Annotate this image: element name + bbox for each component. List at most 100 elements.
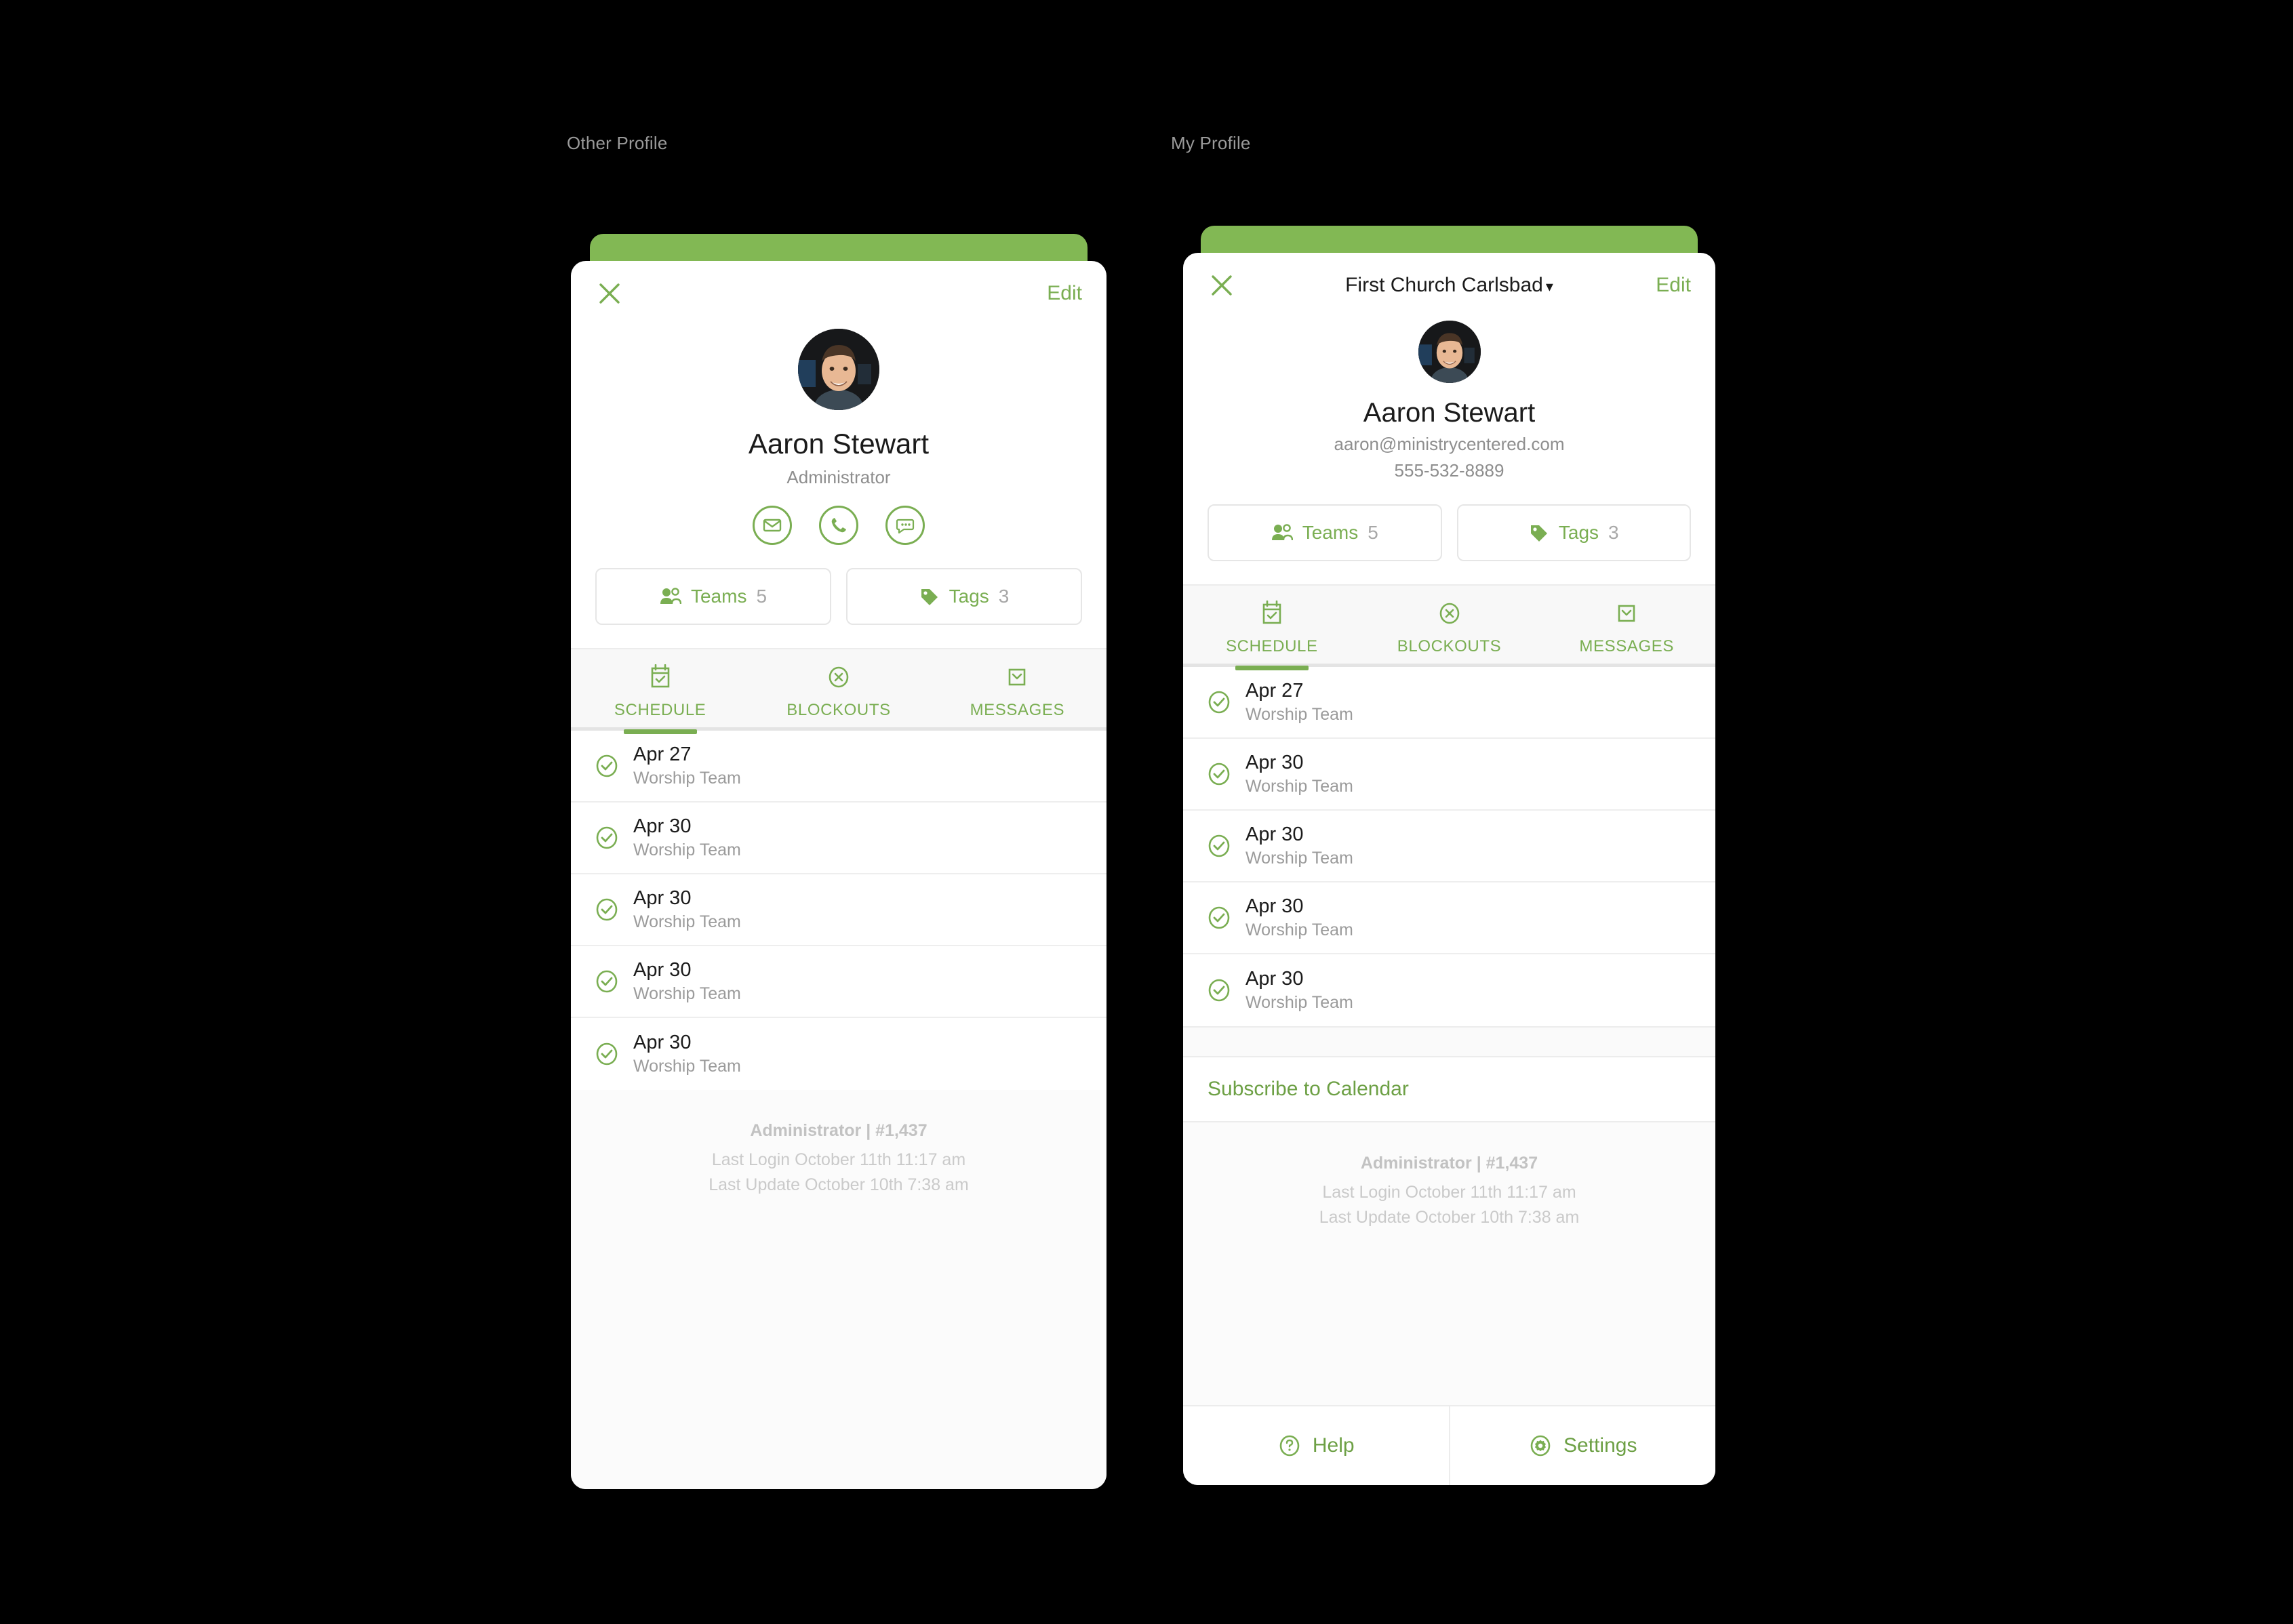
tags-chip-label: Tags xyxy=(949,586,989,607)
row-team: Worship Team xyxy=(633,769,741,788)
help-button[interactable]: Help xyxy=(1183,1406,1449,1485)
table-row[interactable]: Apr 30 Worship Team xyxy=(1183,811,1715,882)
person-phone: 555-532-8889 xyxy=(1394,460,1504,481)
active-tab-underline xyxy=(623,729,697,734)
tab-schedule-label: SCHEDULE xyxy=(1226,637,1318,655)
tag-icon xyxy=(1529,523,1549,542)
gear-circle-icon xyxy=(1528,1433,1553,1459)
mail-icon[interactable] xyxy=(753,506,792,545)
teams-icon xyxy=(1271,523,1293,542)
meta-footer: Administrator | #1,437 Last Login Octobe… xyxy=(571,1090,1106,1489)
row-date: Apr 27 xyxy=(633,744,692,765)
row-date: Apr 30 xyxy=(633,887,692,909)
profile-header: Aaron Stewart Administrator Teams 5 Tags… xyxy=(571,326,1106,625)
tab-schedule[interactable]: SCHEDULE xyxy=(571,662,749,734)
tab-messages[interactable]: MESSAGES xyxy=(928,662,1106,731)
subscribe-label: Subscribe to Calendar xyxy=(1208,1078,1409,1100)
tab-blockouts-label: BLOCKOUTS xyxy=(786,701,891,719)
table-row[interactable]: Apr 30 Worship Team xyxy=(1183,882,1715,954)
my-profile-phone: First Church Carlsbad ▾ Edit Aaron Stewa… xyxy=(1183,226,1715,1485)
table-row[interactable]: Apr 30 Worship Team xyxy=(571,803,1106,874)
settings-label: Settings xyxy=(1563,1434,1637,1457)
active-tab-underline xyxy=(1235,666,1309,670)
check-circle-icon xyxy=(1208,834,1231,858)
row-team: Worship Team xyxy=(1245,777,1353,796)
row-team: Worship Team xyxy=(1245,705,1353,724)
person-name: Aaron Stewart xyxy=(748,428,930,460)
tab-blockouts[interactable]: BLOCKOUTS xyxy=(749,662,928,731)
check-circle-icon xyxy=(595,897,618,922)
meta-role-line: Administrator | #1,437 xyxy=(750,1121,928,1140)
person-name: Aaron Stewart xyxy=(1363,398,1536,428)
check-circle-icon xyxy=(595,754,618,778)
tab-schedule[interactable]: SCHEDULE xyxy=(1183,598,1361,670)
help-label: Help xyxy=(1312,1434,1355,1457)
close-icon[interactable] xyxy=(1208,271,1236,300)
envelope-icon xyxy=(1005,662,1029,693)
table-row[interactable]: Apr 30 Worship Team xyxy=(1183,739,1715,811)
close-icon[interactable] xyxy=(595,279,624,308)
row-team: Worship Team xyxy=(1245,920,1353,939)
subscribe-to-calendar-link[interactable]: Subscribe to Calendar xyxy=(1183,1057,1715,1122)
tags-chip[interactable]: Tags 3 xyxy=(846,568,1082,625)
row-team: Worship Team xyxy=(633,1057,741,1076)
tab-messages-label: MESSAGES xyxy=(1579,637,1674,655)
row-date: Apr 30 xyxy=(1245,824,1304,845)
tab-messages[interactable]: MESSAGES xyxy=(1538,598,1715,667)
teams-chip-label: Teams xyxy=(690,586,747,607)
row-team: Worship Team xyxy=(633,840,741,859)
chevron-down-icon: ▾ xyxy=(1545,278,1553,295)
tab-blockouts-label: BLOCKOUTS xyxy=(1397,637,1502,655)
avatar xyxy=(1418,321,1481,383)
table-row[interactable]: Apr 30 Worship Team xyxy=(571,1018,1106,1090)
check-circle-icon xyxy=(1208,978,1231,1002)
tags-chip[interactable]: Tags 3 xyxy=(1456,504,1691,561)
phone-icon[interactable] xyxy=(819,506,858,545)
caption-other-profile: Other Profile xyxy=(567,133,668,153)
other-profile-phone: Edit Aaron Stewart Administrator Teams 5… xyxy=(571,234,1106,1489)
edit-button[interactable]: Edit xyxy=(1656,274,1691,297)
teams-chip[interactable]: Teams 5 xyxy=(1208,504,1442,561)
church-selector[interactable]: First Church Carlsbad ▾ xyxy=(1183,274,1715,297)
row-team: Worship Team xyxy=(1245,849,1353,868)
meta-last-update: Last Update October 10th 7:38 am xyxy=(709,1175,969,1194)
meta-last-login: Last Login October 11th 11:17 am xyxy=(711,1150,966,1169)
circle-x-icon xyxy=(1437,598,1462,629)
tabbar: SCHEDULE BLOCKOUTS MESSAGES xyxy=(571,648,1106,734)
chip-row: Teams 5 Tags 3 xyxy=(571,568,1106,625)
row-date: Apr 30 xyxy=(1245,895,1304,917)
tabbar: SCHEDULE BLOCKOUTS MESSAGES xyxy=(1183,584,1715,670)
church-name: First Church Carlsbad xyxy=(1345,274,1543,296)
check-circle-icon xyxy=(1208,906,1231,930)
profile-card: First Church Carlsbad ▾ Edit Aaron Stewa… xyxy=(1183,253,1715,1485)
row-team: Worship Team xyxy=(633,912,741,931)
meta-last-login: Last Login October 11th 11:17 am xyxy=(1322,1183,1576,1202)
screenshot-canvas: Other Profile My Profile Edit Aaron Stew… xyxy=(0,0,2293,1624)
meta-last-update: Last Update October 10th 7:38 am xyxy=(1319,1208,1580,1227)
row-date: Apr 30 xyxy=(1245,752,1304,773)
caption-my-profile: My Profile xyxy=(1171,133,1251,153)
check-circle-icon xyxy=(1208,690,1231,714)
table-row[interactable]: Apr 30 Worship Team xyxy=(571,874,1106,946)
row-team: Worship Team xyxy=(633,984,741,1003)
table-row[interactable]: Apr 30 Worship Team xyxy=(1183,954,1715,1026)
table-row[interactable]: Apr 30 Worship Team xyxy=(571,946,1106,1018)
edit-button[interactable]: Edit xyxy=(1047,282,1082,305)
check-circle-icon xyxy=(1208,762,1231,786)
table-row[interactable]: Apr 27 Worship Team xyxy=(1183,667,1715,739)
tab-blockouts[interactable]: BLOCKOUTS xyxy=(1361,598,1538,667)
calendar-check-icon xyxy=(1260,598,1283,629)
table-row[interactable]: Apr 27 Worship Team xyxy=(571,731,1106,803)
meta-footer: Administrator | #1,437 Last Login Octobe… xyxy=(1183,1122,1715,1405)
schedule-list: Apr 27 Worship Team Apr 30 Worship Team xyxy=(1183,667,1715,1026)
chat-icon[interactable] xyxy=(885,506,925,545)
check-circle-icon xyxy=(595,1042,618,1066)
tags-chip-label: Tags xyxy=(1558,522,1599,543)
teams-chip[interactable]: Teams 5 xyxy=(595,568,831,625)
settings-button[interactable]: Settings xyxy=(1448,1406,1716,1485)
teams-icon xyxy=(660,587,681,606)
schedule-list: Apr 27 Worship Team Apr 30 Worship Team xyxy=(571,731,1106,1090)
person-role: Administrator xyxy=(786,467,891,487)
teams-chip-count: 5 xyxy=(1368,522,1378,543)
row-date: Apr 30 xyxy=(633,959,692,981)
